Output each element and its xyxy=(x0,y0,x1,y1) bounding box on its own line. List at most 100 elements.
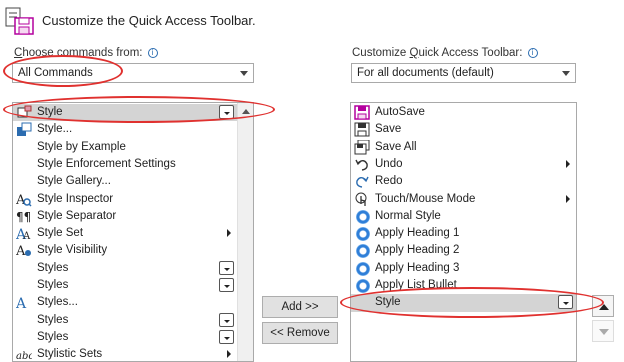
add-button[interactable]: Add >> xyxy=(262,296,338,318)
left-list-item-label: Style Inspector xyxy=(37,192,114,205)
right-list-item-label: Apply List Bullet xyxy=(375,279,457,291)
left-list-item[interactable]: A Style Visibility xyxy=(13,242,237,259)
left-list-item[interactable]: Style by Example xyxy=(13,139,237,156)
save-all-icon xyxy=(354,139,370,155)
styles-dialog-icon: A xyxy=(15,295,32,312)
save-icon xyxy=(354,122,370,137)
svg-text:A: A xyxy=(16,244,26,258)
add-button-label: Add >> xyxy=(281,301,319,313)
left-list-item-label: Style Separator xyxy=(37,209,117,222)
scroll-up-icon[interactable] xyxy=(242,109,250,114)
left-list-item[interactable]: A Styles... xyxy=(13,294,237,312)
submenu-arrow-icon xyxy=(227,229,231,238)
chevron-down-icon xyxy=(562,71,570,76)
left-list-item[interactable]: Style xyxy=(13,104,237,122)
dropdown-control-icon xyxy=(219,278,234,292)
left-list-item[interactable]: Styles xyxy=(13,329,237,346)
choose-commands-label: Choose commands from: i xyxy=(14,47,158,59)
right-list-item-label: Redo xyxy=(375,175,403,188)
left-list-item[interactable]: Style Gallery... xyxy=(13,173,237,190)
chevron-down-icon xyxy=(240,71,248,76)
left-list-item-label: Styles xyxy=(37,261,69,274)
redo-icon xyxy=(354,174,370,189)
right-list-item-label: AutoSave xyxy=(375,106,425,118)
right-list-item-label: Apply Heading 3 xyxy=(375,261,460,274)
left-list-item-label: Style... xyxy=(37,123,73,136)
right-list-item-label: Touch/Mouse Mode xyxy=(375,192,476,205)
circle-icon xyxy=(354,278,370,293)
circle-icon xyxy=(354,209,370,224)
arrow-up-icon xyxy=(599,304,609,310)
qat-list[interactable]: AutoSave Save Save All Undo Redo Touch/Mouse … xyxy=(350,102,577,362)
dialog-title: Customize the Quick Access Toolbar. xyxy=(42,13,256,28)
arrow-down-icon xyxy=(599,329,609,335)
circle-icon xyxy=(354,226,370,242)
left-list-item-label: Style xyxy=(37,106,63,118)
submenu-arrow-icon xyxy=(566,159,570,168)
choose-commands-combo[interactable]: All Commands xyxy=(12,63,254,83)
style-set-icon: AA xyxy=(15,226,32,243)
right-list-item[interactable]: Undo xyxy=(351,156,576,173)
right-list-item[interactable]: Save xyxy=(351,121,576,138)
dropdown-control-icon xyxy=(558,295,573,310)
right-list-item[interactable]: Apply Heading 1 xyxy=(351,225,576,242)
right-list-item[interactable]: Style xyxy=(351,294,576,312)
svg-text:abc: abc xyxy=(16,351,32,362)
right-list-item[interactable]: Apply List Bullet xyxy=(351,277,576,294)
remove-button-label: << Remove xyxy=(270,327,330,339)
right-list-item-label: Save All xyxy=(375,140,417,153)
left-list-item[interactable]: Styles xyxy=(13,260,237,277)
left-list-item[interactable]: Style... xyxy=(13,121,237,138)
style-visibility-icon: A xyxy=(15,243,32,259)
customize-qat-label: Customize Quick Access Toolbar: i xyxy=(352,47,538,59)
right-list-item[interactable]: AutoSave xyxy=(351,104,576,121)
qat-scope-combo[interactable]: For all documents (default) xyxy=(351,63,576,83)
svg-text:¶¶: ¶¶ xyxy=(16,210,31,224)
right-list-item-label: Style xyxy=(375,296,401,309)
autosave-icon xyxy=(354,105,370,120)
undo-icon xyxy=(354,157,370,172)
commands-list[interactable]: Style Style... Style by Example Style Enfor… xyxy=(12,102,254,362)
left-list-item-label: Styles... xyxy=(37,296,78,309)
dropdown-control-icon xyxy=(219,260,234,275)
style-paint-icon xyxy=(16,105,32,120)
left-list-item[interactable]: A A Style Set xyxy=(13,225,237,243)
info-icon[interactable]: i xyxy=(147,48,158,58)
left-list-item-label: Style Visibility xyxy=(37,244,108,257)
style-dialog-icon xyxy=(16,122,32,137)
choose-commands-value: All Commands xyxy=(18,67,93,79)
left-list-item-label: Styles xyxy=(37,330,69,343)
right-list-item[interactable]: Normal Style xyxy=(351,208,576,225)
dropdown-control-icon xyxy=(219,329,234,344)
left-list-item-label: Style by Example xyxy=(37,140,126,153)
move-up-button[interactable] xyxy=(592,295,614,317)
right-list-item[interactable]: Touch/Mouse Mode xyxy=(351,191,576,208)
style-inspector-icon: A xyxy=(15,192,32,208)
left-list-item[interactable]: Style Enforcement Settings xyxy=(13,156,237,173)
left-list-item[interactable]: Styles xyxy=(13,312,237,329)
commands-scrollbar[interactable] xyxy=(237,103,253,361)
circle-icon xyxy=(354,261,370,276)
submenu-arrow-icon xyxy=(566,194,570,203)
left-list-item[interactable]: Styles xyxy=(13,277,237,294)
right-list-item-label: Apply Heading 1 xyxy=(375,227,460,240)
info-icon[interactable]: i xyxy=(527,48,538,58)
right-list-item-label: Undo xyxy=(375,157,403,170)
right-list-item[interactable]: Apply Heading 3 xyxy=(351,260,576,277)
pilcrow-icon: ¶¶ xyxy=(16,209,32,224)
qat-scope-value: For all documents (default) xyxy=(357,67,494,79)
left-list-item-label: Styles xyxy=(37,279,69,291)
svg-text:A: A xyxy=(22,231,31,241)
move-down-button[interactable] xyxy=(592,320,614,342)
dropdown-control-icon xyxy=(219,105,234,119)
left-list-item[interactable]: A Style Inspector xyxy=(13,191,237,208)
right-list-item[interactable]: Apply Heading 2 xyxy=(351,242,576,259)
left-list-item[interactable]: ¶¶ Style Separator xyxy=(13,208,237,225)
remove-button[interactable]: << Remove xyxy=(262,322,338,344)
right-list-item[interactable]: Redo xyxy=(351,173,576,190)
left-list-item-label: Style Gallery... xyxy=(37,175,111,188)
right-list-item-label: Normal Style xyxy=(375,209,441,222)
right-list-item-label: Apply Heading 2 xyxy=(375,244,460,257)
qat-dialog-icon xyxy=(4,6,38,38)
right-list-item[interactable]: Save All xyxy=(351,139,576,156)
